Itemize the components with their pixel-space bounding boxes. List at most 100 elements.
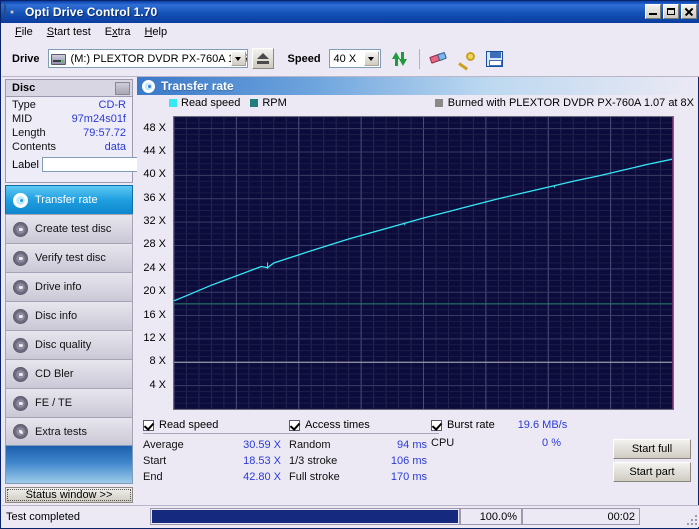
status-window-button[interactable]: Status window >>: [5, 487, 133, 503]
read-speed-header: Read speed: [143, 419, 293, 434]
stat-key: Start: [143, 455, 167, 467]
menu-item-start-test[interactable]: Start test: [40, 25, 98, 39]
eject-icon: [256, 53, 269, 59]
maximize-button[interactable]: [663, 4, 679, 19]
y-axis-tick-label: 36 X: [143, 191, 166, 204]
minimize-button[interactable]: [645, 4, 661, 19]
panel-header: Transfer rate: [137, 77, 698, 95]
y-axis-tick-label: 24 X: [143, 261, 166, 274]
sidebar-item-label: Create test disc: [35, 223, 112, 235]
start-full-button[interactable]: Start full: [613, 439, 691, 459]
stat-value: 30.59 X: [243, 439, 281, 451]
sidebar-item-extra-tests[interactable]: Extra tests: [5, 417, 133, 446]
eject-button[interactable]: [251, 48, 274, 69]
stat-key: End: [143, 471, 163, 483]
disc-label-caption: Label: [12, 158, 39, 171]
toolbar: Drive (M:) PLEXTOR DVDR PX-760A 1.07 Spe…: [2, 41, 699, 77]
disc-icon: [13, 366, 28, 382]
stats-row: Random 94 ms: [289, 437, 439, 453]
disc-icon: [13, 337, 28, 353]
disc-icon: [13, 250, 28, 266]
status-bar: Test completed 100.0% 00:02: [2, 505, 699, 527]
speed-select-value: 40 X: [333, 52, 357, 65]
disc-panel-indicator: [115, 81, 130, 95]
close-icon: [684, 7, 694, 17]
y-axis-tick-label: 12 X: [143, 331, 166, 344]
sidebar-item-label: FE / TE: [35, 397, 73, 409]
refresh-icon: [391, 51, 408, 67]
disc-icon: [13, 192, 28, 208]
stats-row: Start 18.53 X: [143, 453, 293, 469]
chevron-down-icon[interactable]: [363, 51, 379, 66]
disc-key: Type: [12, 99, 36, 111]
erase-button[interactable]: [428, 48, 450, 69]
title-bar: Opti Drive Control 1.70: [1, 1, 699, 23]
legend-swatch-icon: [169, 98, 177, 107]
stats-col-access-times: Access times Random 94 ms 1/3 stroke 106…: [289, 419, 439, 485]
disc-panel-header: Disc: [6, 80, 132, 97]
close-button[interactable]: [681, 4, 697, 19]
disc-row-mid: MID 97m24s01f: [6, 111, 132, 125]
drive-label: Drive: [12, 52, 40, 65]
sidebar-item-disc-quality[interactable]: Disc quality: [5, 330, 133, 359]
burst-rate-label: Burst rate: [447, 419, 495, 431]
disc-row-length: Length 79:57.72: [6, 125, 132, 139]
disc-value: 97m24s01f: [71, 113, 126, 125]
sidebar-item-cd-bler[interactable]: CD Bler: [5, 359, 133, 388]
page-title: Transfer rate: [161, 79, 234, 93]
y-axis-tick-label: 8 X: [149, 355, 166, 368]
menu-item-file[interactable]: File: [8, 25, 40, 39]
floppy-save-icon: [486, 50, 504, 67]
sidebar-item-verify-test-disc[interactable]: Verify test disc: [5, 243, 133, 272]
stat-value: 42.80 X: [243, 471, 281, 483]
y-axis-tick-label: 48 X: [143, 121, 166, 134]
disc-panel-title: Disc: [12, 82, 36, 94]
menu-item-help[interactable]: Help: [137, 25, 174, 39]
sidebar-item-create-test-disc[interactable]: Create test disc: [5, 214, 133, 243]
stat-key: 1/3 stroke: [289, 455, 338, 467]
read-speed-checkbox[interactable]: [143, 419, 154, 431]
resize-grip[interactable]: [685, 513, 697, 525]
stats-panel: Read speed Average 30.59 X Start 18.53 X…: [137, 415, 698, 487]
chevron-down-icon[interactable]: [230, 51, 246, 66]
burned-with-note: Burned with PLEXTOR DVDR PX-760A 1.07 at…: [434, 97, 694, 109]
drive-icon: [50, 52, 67, 66]
y-axis-tick-label: 20 X: [143, 285, 166, 298]
y-axis-tick-label: 40 X: [143, 168, 166, 181]
chart-legend: Read speed RPM Burned with PLEXTOR DVDR …: [137, 95, 698, 110]
access-times-header: Access times: [289, 419, 439, 434]
y-axis-labels: 4 X 8 X 12 X 16 X 20 X 24 X 28 X 32 X 36 X 40 X 44…: [137, 110, 170, 416]
status-message: Test completed: [2, 508, 150, 525]
access-times-checkbox[interactable]: [289, 419, 300, 431]
sidebar-item-fe-te[interactable]: FE / TE: [5, 388, 133, 417]
legend-item-read-speed: Read speed: [169, 97, 240, 109]
disc-icon: [13, 221, 28, 237]
sidebar-item-transfer-rate[interactable]: Transfer rate: [5, 185, 133, 214]
plot-canvas: [173, 116, 674, 410]
save-button[interactable]: [484, 48, 506, 69]
y-axis-tick-label: 32 X: [143, 215, 166, 228]
key-button[interactable]: [456, 48, 478, 70]
disc-value: data: [104, 141, 126, 153]
stats-row: CPU 0 %: [431, 435, 621, 451]
sidebar-gradient-panel: [5, 445, 133, 484]
disc-icon: [13, 279, 28, 295]
disc-value: CD-R: [98, 99, 127, 111]
drive-select[interactable]: (M:) PLEXTOR DVDR PX-760A 1.07: [47, 49, 248, 68]
disc-key: Contents: [12, 141, 57, 153]
sidebar-item-disc-info[interactable]: Disc info: [5, 301, 133, 330]
stat-value: 106 ms: [390, 455, 427, 467]
stat-key: CPU: [431, 437, 455, 449]
speed-select[interactable]: 40 X: [328, 49, 381, 68]
stat-value: 0 %: [542, 437, 561, 449]
start-part-button[interactable]: Start part: [613, 462, 691, 482]
legend-item-rpm: RPM: [250, 97, 287, 109]
stats-row: Full stroke 170 ms: [289, 469, 439, 485]
sidebar-item-drive-info[interactable]: Drive info: [5, 272, 133, 301]
burst-rate-checkbox[interactable]: [431, 419, 442, 431]
access-times-label: Access times: [305, 419, 370, 431]
burst-rate-header: Burst rate 19.6 MB/s: [431, 419, 621, 431]
drive-select-value: (M:) PLEXTOR DVDR PX-760A 1.07: [70, 52, 247, 65]
refresh-button[interactable]: [389, 48, 411, 69]
menu-item-extra[interactable]: Extra: [98, 25, 138, 39]
